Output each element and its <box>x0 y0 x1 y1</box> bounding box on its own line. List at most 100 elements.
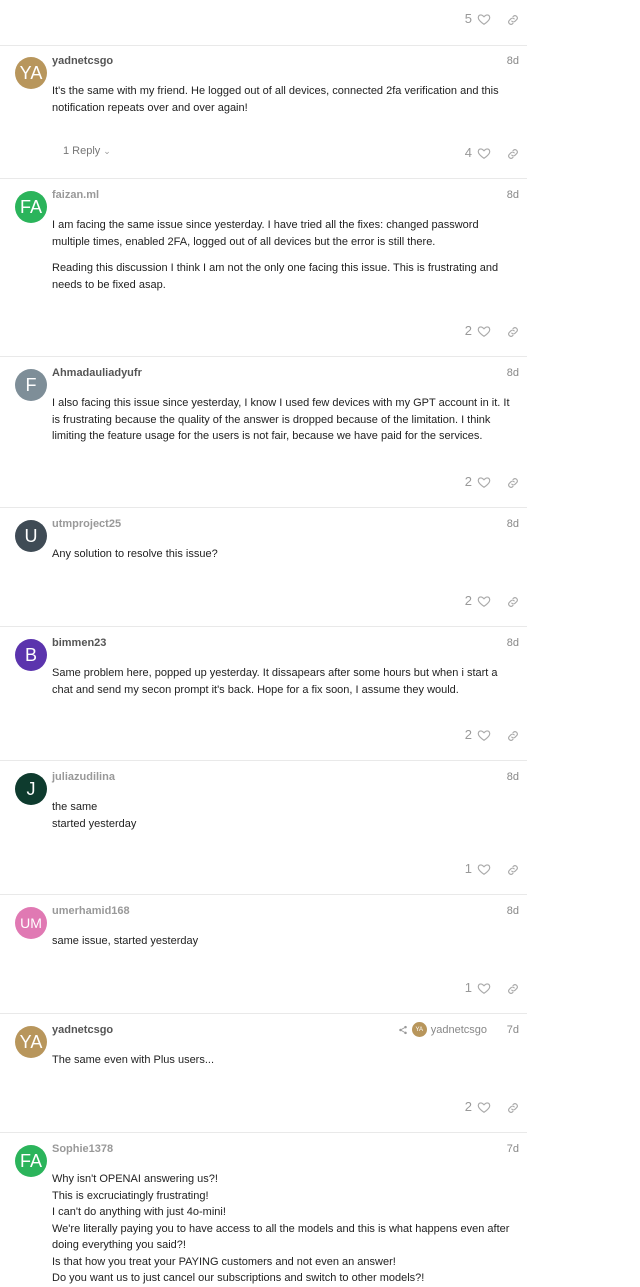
heart-icon <box>477 476 491 488</box>
avatar[interactable]: UM <box>15 907 47 939</box>
post-text: The same even with Plus users... <box>52 1054 215 1066</box>
like-button[interactable]: 5 <box>465 11 491 26</box>
link-icon[interactable] <box>506 1101 520 1115</box>
post-text: same issue, started yesterday <box>52 935 199 947</box>
like-button[interactable]: 1 <box>465 861 491 876</box>
reply-to-indicator[interactable]: YA yadnetcsgo <box>398 1022 487 1037</box>
post-text: Is that how you treat your PAYING custom… <box>52 1255 396 1268</box>
username[interactable]: Ahmadauliadyufr <box>52 367 142 379</box>
like-count: 4 <box>464 145 472 160</box>
like-button[interactable]: 2 <box>465 1099 491 1114</box>
post-text: We're literally paying you to have acces… <box>52 1222 510 1252</box>
post-date[interactable]: 8d <box>496 771 519 783</box>
post-text: I also facing this issue since yesterday… <box>52 397 510 442</box>
heart-icon <box>477 1101 491 1113</box>
post-date[interactable]: 8d <box>496 518 519 530</box>
link-icon[interactable] <box>506 325 520 339</box>
like-count: 1 <box>464 980 472 995</box>
post: F Ahmadauliadyufr 8d I also facing this … <box>0 357 527 508</box>
username[interactable]: utmproject25 <box>52 518 121 530</box>
avatar[interactable]: FA <box>15 191 47 223</box>
post-body: Same problem here, popped up yesterday. … <box>52 665 517 698</box>
post-date[interactable]: 8d <box>496 367 519 379</box>
username[interactable]: juliazudilina <box>52 771 115 783</box>
like-button[interactable]: 2 <box>465 474 491 489</box>
like-count: 2 <box>464 727 472 742</box>
post-paragraph: Reading this discussion I think I am not… <box>52 262 499 291</box>
avatar[interactable]: FA <box>15 1145 47 1177</box>
link-icon[interactable] <box>506 595 520 609</box>
username[interactable]: bimmen23 <box>52 637 106 649</box>
post: U utmproject25 8d Any solution to resolv… <box>0 508 527 627</box>
post-text: started yesterday <box>52 817 137 830</box>
post: FA faizan.ml 8d I am facing the same iss… <box>0 179 527 357</box>
post-text: This is excruciatingly frustrating! <box>52 1189 209 1202</box>
like-button[interactable]: 1 <box>465 980 491 995</box>
reply-to-avatar: YA <box>411 1022 427 1037</box>
heart-icon <box>477 325 491 337</box>
link-icon[interactable] <box>506 476 520 490</box>
post-date[interactable]: 8d <box>496 55 519 67</box>
link-icon[interactable] <box>506 13 520 27</box>
post-paragraph: I am facing the same issue since yesterd… <box>52 219 479 248</box>
post: YA yadnetcsgo YA yadnetcsgo 7d The same … <box>0 1014 527 1133</box>
post-body: The same even with Plus users... <box>52 1052 517 1069</box>
username[interactable]: yadnetcsgo <box>52 55 113 67</box>
post: FA Sophie1378 7d Why isn't OPENAI answer… <box>0 1133 527 1284</box>
post-body: Why isn't OPENAI answering us?! This is … <box>52 1171 517 1287</box>
like-button[interactable]: 2 <box>465 323 491 338</box>
link-icon[interactable] <box>506 147 520 161</box>
post-body: I also facing this issue since yesterday… <box>52 395 517 445</box>
previous-post-footer: 5 <box>0 0 527 46</box>
link-icon[interactable] <box>506 863 520 877</box>
post-date[interactable]: 7d <box>496 1143 519 1155</box>
post-text: Same problem here, popped up yesterday. … <box>52 667 498 696</box>
post-body: same issue, started yesterday <box>52 933 517 950</box>
like-count: 2 <box>464 323 472 338</box>
like-count: 2 <box>464 474 472 489</box>
heart-icon <box>477 982 491 994</box>
post: YA yadnetcsgo 8d It's the same with my f… <box>0 45 527 179</box>
like-button[interactable]: 2 <box>465 727 491 742</box>
link-icon[interactable] <box>506 729 520 743</box>
link-icon[interactable] <box>506 982 520 996</box>
like-count: 2 <box>464 593 472 608</box>
heart-icon <box>477 729 491 741</box>
post-text: Why isn't OPENAI answering us?! <box>52 1173 218 1185</box>
heart-icon <box>477 147 491 159</box>
post-body: Any solution to resolve this issue? <box>52 546 517 563</box>
avatar[interactable]: YA <box>15 1026 47 1058</box>
heart-icon <box>477 13 491 25</box>
like-count: 1 <box>464 861 472 876</box>
heart-icon <box>477 595 491 607</box>
post-date[interactable]: 8d <box>496 637 519 649</box>
post-date[interactable]: 7d <box>496 1024 519 1036</box>
reply-to-username: yadnetcsgo <box>430 1023 487 1036</box>
post: UM umerhamid168 8d same issue, started y… <box>0 895 527 1014</box>
post-text: Any solution to resolve this issue? <box>52 548 218 560</box>
like-button[interactable]: 2 <box>465 593 491 608</box>
post-date[interactable]: 8d <box>496 189 519 201</box>
avatar[interactable]: B <box>15 639 47 671</box>
avatar[interactable]: U <box>15 520 47 552</box>
share-icon <box>398 1025 407 1034</box>
post-body: the same started yesterday <box>52 799 517 832</box>
post: J juliazudilina 8d the same started yest… <box>0 761 527 895</box>
chevron-down-icon: ⌄ <box>103 146 111 156</box>
username[interactable]: Sophie1378 <box>52 1143 113 1155</box>
replies-toggle[interactable]: 1 Reply ⌄ <box>63 145 111 157</box>
like-count: 2 <box>464 1099 472 1114</box>
avatar[interactable]: J <box>15 773 47 805</box>
heart-icon <box>477 863 491 875</box>
avatar[interactable]: YA <box>15 57 47 89</box>
post-date[interactable]: 8d <box>496 905 519 917</box>
like-count: 5 <box>464 11 472 26</box>
username[interactable]: umerhamid168 <box>52 905 130 917</box>
username[interactable]: faizan.ml <box>52 189 99 201</box>
like-button[interactable]: 4 <box>465 145 491 160</box>
avatar[interactable]: F <box>15 369 47 401</box>
username[interactable]: yadnetcsgo <box>52 1024 113 1036</box>
post-text: It's the same with my friend. He logged … <box>52 85 499 114</box>
post-body: I am facing the same issue since yesterd… <box>52 217 517 303</box>
post-text: Do you want us to just cancel our subscr… <box>52 1272 425 1284</box>
